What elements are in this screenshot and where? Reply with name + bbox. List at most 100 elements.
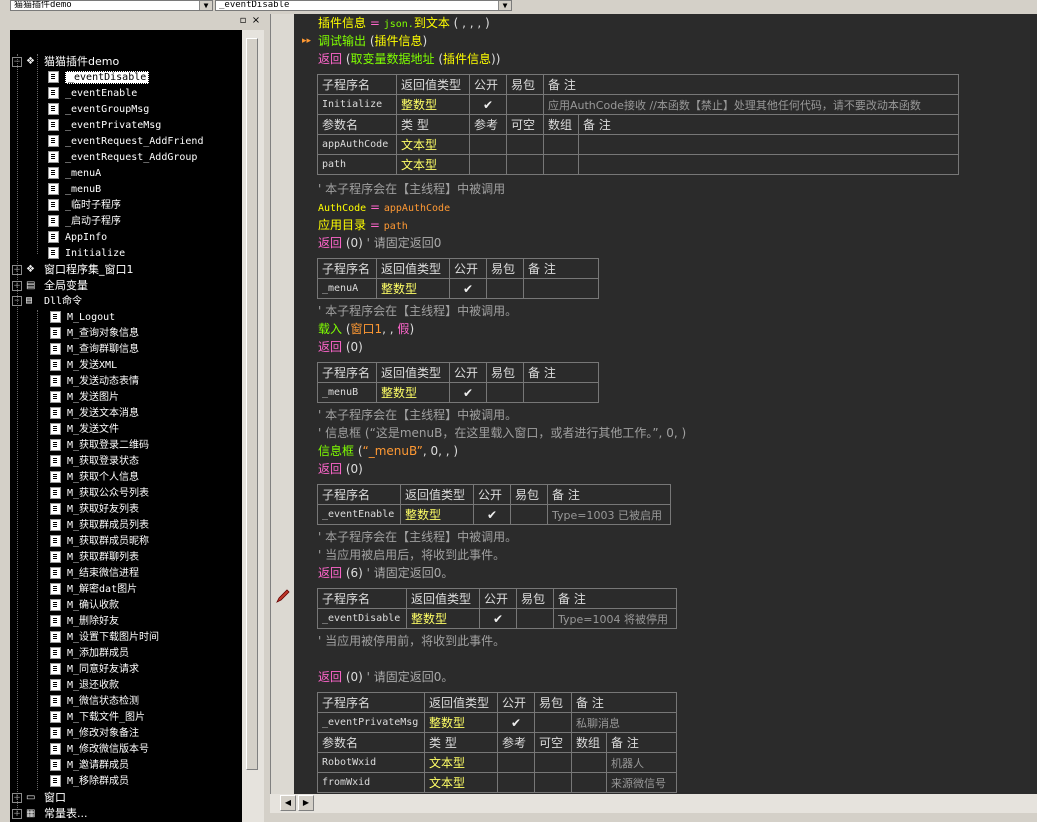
code-line: 调试输出 (插件信息) bbox=[318, 34, 428, 48]
dll-command-item[interactable]: M_获取登录二维码 bbox=[50, 438, 149, 454]
subroutine-icon bbox=[48, 167, 59, 179]
dll-command-item[interactable]: M_发送XML bbox=[50, 358, 117, 374]
dll-command-item[interactable]: M_获取登录状态 bbox=[50, 454, 139, 470]
pane-titlebar: ▫ × bbox=[10, 14, 264, 30]
code-editor[interactable]: 插件信息 = json.到文本 ( , , , ) ▸▸ 调试输出 (插件信息)… bbox=[294, 14, 1037, 794]
tree-item[interactable]: Initialize bbox=[48, 246, 125, 262]
expand-icon[interactable]: + bbox=[12, 265, 22, 275]
subroutine-icon bbox=[48, 247, 59, 259]
dll-command-item[interactable]: M_获取公众号列表 bbox=[50, 486, 149, 502]
tree-node-consts[interactable]: + ▦ 常量表... bbox=[12, 806, 88, 822]
scrollbar-thumb[interactable] bbox=[246, 38, 258, 770]
tree-node-window[interactable]: + ▭ 窗口 bbox=[12, 790, 66, 806]
dll-command-item[interactable]: M_下载文件_图片 bbox=[50, 710, 145, 726]
tree-item[interactable]: _eventRequest_AddGroup bbox=[48, 150, 197, 166]
dll-command-item[interactable]: M_获取个人信息 bbox=[50, 470, 139, 486]
dll-command-icon bbox=[50, 743, 61, 755]
horizontal-scrollbar[interactable]: ◀ ▶ bbox=[270, 794, 1037, 813]
scroll-left-icon[interactable]: ◀ bbox=[280, 795, 296, 811]
subroutine-combo[interactable]: _eventDisable ▼ bbox=[215, 0, 512, 11]
tree-item[interactable]: _menuA bbox=[48, 166, 101, 182]
dll-command-icon bbox=[50, 535, 61, 547]
tree-item-eventDisable[interactable]: _eventDisable bbox=[48, 70, 150, 86]
subroutine-table-initialize: 子程序名 返回值类型 公开 易包 备 注 Initialize 整数型 ✔ 应用… bbox=[317, 74, 959, 175]
expand-icon[interactable]: + bbox=[12, 793, 22, 803]
dll-command-icon bbox=[50, 695, 61, 707]
dll-command-item[interactable]: M_修改对象备注 bbox=[50, 726, 139, 742]
assembly-icon: ❖ bbox=[26, 264, 35, 275]
code-line: 载入 (窗口1, , 假) bbox=[318, 322, 415, 336]
expand-icon[interactable]: + bbox=[12, 281, 22, 291]
dll-command-item[interactable]: M_解密dat图片 bbox=[50, 582, 137, 598]
dll-command-item[interactable]: M_获取群成员昵称 bbox=[50, 534, 149, 550]
dll-command-icon bbox=[50, 471, 61, 483]
collapse-icon[interactable]: − bbox=[12, 57, 22, 67]
comment-line: ' 本子程序会在【主线程】中被调用。 bbox=[318, 408, 518, 422]
subroutine-icon bbox=[48, 199, 59, 211]
dll-command-icon bbox=[50, 503, 61, 515]
dll-command-item[interactable]: M_退还收款 bbox=[50, 678, 119, 694]
dll-command-item[interactable]: M_获取群聊列表 bbox=[50, 550, 139, 566]
dll-command-item[interactable]: M_获取群成员列表 bbox=[50, 518, 149, 534]
chevron-down-icon[interactable]: ▼ bbox=[199, 1, 212, 10]
dll-command-item[interactable]: M_发送文本消息 bbox=[50, 406, 139, 422]
tree-node-window-set[interactable]: + ❖ 窗口程序集_窗口1 bbox=[12, 262, 134, 278]
dll-command-icon bbox=[50, 567, 61, 579]
tree-item[interactable]: _eventGroupMsg bbox=[48, 102, 149, 118]
code-line: 返回 (0) ' 请固定返回0。 bbox=[318, 670, 454, 684]
dll-command-item[interactable]: M_邀请群成员 bbox=[50, 758, 129, 774]
code-line: 返回 (0) ' 请固定返回0 bbox=[318, 236, 442, 250]
dll-command-icon bbox=[50, 359, 61, 371]
close-icon[interactable]: × bbox=[251, 16, 261, 26]
dll-command-item[interactable]: M_发送图片 bbox=[50, 390, 119, 406]
expand-icon[interactable]: + bbox=[12, 809, 22, 819]
code-line: 插件信息 = json.到文本 ( , , , ) bbox=[318, 16, 490, 30]
dll-command-item[interactable]: M_Logout bbox=[50, 310, 115, 326]
collapse-icon[interactable]: − bbox=[12, 296, 22, 306]
tree-item[interactable]: _eventPrivateMsg bbox=[48, 118, 161, 134]
dll-command-item[interactable]: M_查询群聊信息 bbox=[50, 342, 139, 358]
code-line: 应用目录 = path bbox=[318, 218, 408, 232]
dll-command-item[interactable]: M_查询对象信息 bbox=[50, 326, 139, 342]
subroutine-table-eventPrivateMsg: 子程序名 返回值类型 公开 易包 备 注 _eventPrivateMsg 整数… bbox=[317, 692, 677, 793]
tree-item[interactable]: _eventEnable bbox=[48, 86, 137, 102]
tree-item[interactable]: _临时子程序 bbox=[48, 198, 121, 214]
dll-command-item[interactable]: M_同意好友请求 bbox=[50, 662, 139, 678]
dll-command-item[interactable]: M_确认收款 bbox=[50, 598, 119, 614]
subroutine-icon bbox=[48, 103, 59, 115]
scroll-right-icon[interactable]: ▶ bbox=[298, 795, 314, 811]
dll-command-item[interactable]: M_设置下载图片时间 bbox=[50, 630, 159, 646]
comment-line: ' 本子程序会在【主线程】中被调用 bbox=[318, 182, 506, 196]
dll-command-item[interactable]: M_删除好友 bbox=[50, 614, 119, 630]
tree-item[interactable]: AppInfo bbox=[48, 230, 107, 246]
subroutine-table-eventEnable: 子程序名 返回值类型 公开 易包 备 注 _eventEnable 整数型 ✔ … bbox=[317, 484, 671, 525]
code-line: 信息框 (“_menuB”, 0, , ) bbox=[318, 444, 459, 458]
dll-command-item[interactable]: M_移除群成员 bbox=[50, 774, 129, 790]
dll-command-icon bbox=[50, 663, 61, 675]
tree-item[interactable]: _eventRequest_AddFriend bbox=[48, 134, 203, 150]
assembly-icon: ❖ bbox=[26, 56, 35, 67]
comment-line: ' 信息框 (“这是menuB，在这里载入窗口，或者进行其他工作。”, 0, ) bbox=[318, 426, 687, 440]
tree-node-dll[interactable]: − ▤ Dll命令 bbox=[12, 294, 82, 310]
comment-line: ' 本子程序会在【主线程】中被调用。 bbox=[318, 304, 518, 318]
tree-item[interactable]: _启动子程序 bbox=[48, 214, 121, 230]
subroutine-icon bbox=[48, 119, 59, 131]
chevron-down-icon[interactable]: ▼ bbox=[498, 1, 511, 10]
dll-command-item[interactable]: M_添加群成员 bbox=[50, 646, 129, 662]
dll-command-item[interactable]: M_微信状态检测 bbox=[50, 694, 139, 710]
comment-line: ' 本子程序会在【主线程】中被调用。 bbox=[318, 530, 518, 544]
tree-scrollbar[interactable] bbox=[242, 30, 264, 822]
dll-command-item[interactable]: M_获取好友列表 bbox=[50, 502, 139, 518]
dll-command-icon bbox=[50, 343, 61, 355]
dll-command-item[interactable]: M_发送文件 bbox=[50, 422, 119, 438]
tree-item[interactable]: _menuB bbox=[48, 182, 101, 198]
dll-command-icon bbox=[50, 647, 61, 659]
dll-command-item[interactable]: M_修改微信版本号 bbox=[50, 742, 149, 758]
globals-icon: ▤ bbox=[26, 280, 36, 291]
tree-node-root[interactable]: − ❖ 猫猫插件demo bbox=[12, 54, 119, 70]
dll-command-item[interactable]: M_结束微信进程 bbox=[50, 566, 139, 582]
restore-icon[interactable]: ▫ bbox=[238, 16, 248, 26]
tree-node-globals[interactable]: + ▤ 全局变量 bbox=[12, 278, 88, 294]
assembly-combo[interactable]: 猫猫插件demo ▼ bbox=[10, 0, 213, 11]
dll-command-item[interactable]: M_发送动态表情 bbox=[50, 374, 139, 390]
